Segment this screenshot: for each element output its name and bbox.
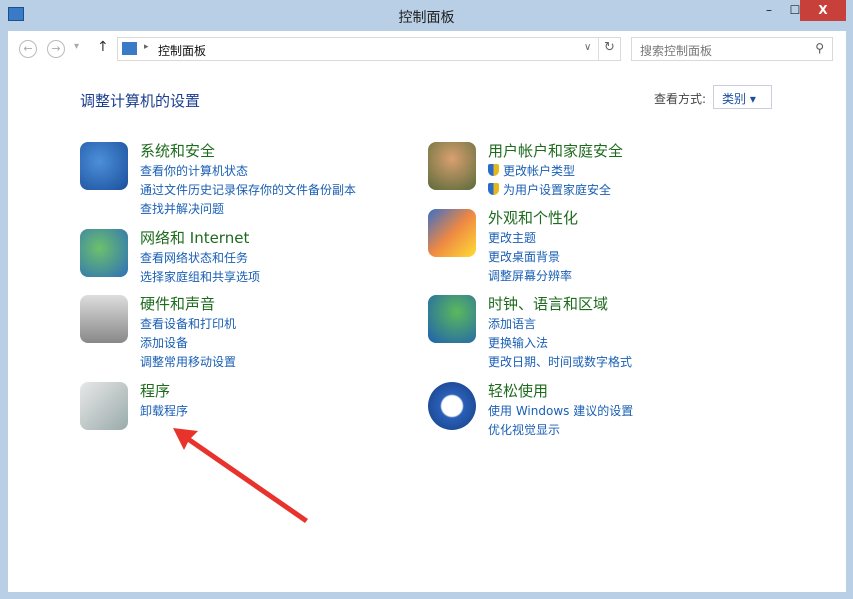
main-window: ← → ▾ ↑ ▸ 控制面板 ∨ ↻ 搜索控制面板 ⚲ 调整计算机的设置 查看方… <box>8 31 846 592</box>
window-title: 控制面板 <box>0 7 853 27</box>
minimize-button[interactable]: – <box>756 0 782 21</box>
close-button[interactable]: X <box>800 0 846 21</box>
title-bar: 控制面板 – ☐ X <box>0 0 853 31</box>
red-annotation-arrow <box>8 31 846 592</box>
